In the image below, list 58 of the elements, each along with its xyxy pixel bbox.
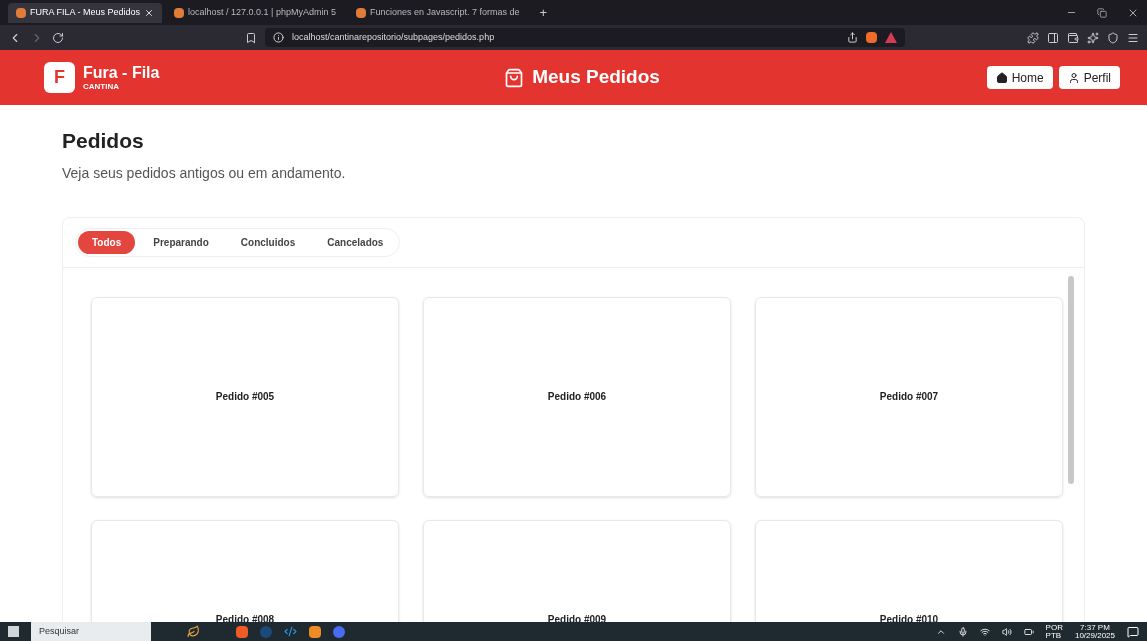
volume-icon[interactable] [1001,626,1012,637]
section-heading: Pedidos [62,128,145,154]
page-title: Meus Pedidos [532,65,660,90]
order-card[interactable]: Pedido #007 [755,296,1063,497]
filter-tab[interactable]: Preparando [139,230,223,254]
clock-date[interactable]: 10/29/2025 [1074,631,1115,640]
address-bar[interactable]: localhost/cantinarepositorio/subpages/pedidos.php [265,28,905,47]
reload-icon[interactable] [52,31,64,44]
bookmark-icon[interactable] [245,31,257,44]
sidebar-icon[interactable] [1047,31,1059,44]
clock-time[interactable]: 7:37 PM [1080,623,1110,632]
code-editor-icon[interactable] [284,625,297,638]
nav-button[interactable]: Home [986,66,1053,89]
search-field[interactable]: Pesquisar [31,622,151,641]
tab-favicon-icon [174,7,185,18]
brand-subtitle: CANTINA [83,82,120,91]
sparkle-icon[interactable] [1087,31,1099,44]
extensions-icon[interactable] [1027,31,1039,44]
filter-tab[interactable]: Concluidos [226,230,310,254]
order-number: Pedido #007 [879,390,939,404]
nav-button[interactable]: Perfil [1058,66,1120,89]
order-card[interactable]: Pedido #006 [423,296,731,497]
filter-tab[interactable]: Todos [78,230,136,254]
share-icon[interactable] [847,32,858,43]
battery-icon[interactable] [1023,626,1034,637]
tab-favicon-icon [356,7,366,18]
order-card[interactable]: Pedido #005 [91,296,399,497]
filter-tab[interactable]: Cancelados [313,230,398,254]
leaf-icon[interactable] [187,625,200,638]
browser-app-icon[interactable] [236,625,248,638]
app-icon[interactable] [309,625,321,638]
browser-tab[interactable]: FURA FILA - Meus Pedidos [8,2,163,23]
shield-icon[interactable] [1107,31,1119,44]
user-icon [1067,71,1080,84]
brand-name: Fura - Fila [83,64,160,81]
menu-icon[interactable] [1127,31,1139,44]
scrollbar-thumb[interactable] [1068,275,1074,484]
mic-icon[interactable] [957,626,968,637]
info-icon [273,32,284,43]
bag-icon [504,67,525,88]
order-number: Pedido #005 [215,390,275,404]
wallet-icon[interactable] [1067,31,1079,44]
new-tab-button[interactable]: + [539,2,548,23]
browser-tab[interactable]: Funciones en Javascript. 7 formas de [348,2,528,23]
notification-icon[interactable] [1127,625,1139,638]
layout-label[interactable]: PTB [1045,631,1063,640]
language-label[interactable]: POR [1045,623,1063,632]
close-icon[interactable] [144,7,155,18]
house-icon [995,71,1008,84]
order-number: Pedido #006 [547,390,607,404]
logo-icon: F [44,62,75,93]
browser-tab[interactable]: localhost / 127.0.0.1 | phpMyAdmin 5 [166,2,344,23]
tab-favicon-icon [16,7,26,18]
app-icon[interactable] [333,625,345,638]
network-icon[interactable] [979,626,990,637]
start-icon[interactable] [8,626,19,637]
restore-icon[interactable] [1097,7,1107,18]
section-description: Veja seus pedidos antigos ou em andamento. [62,163,347,183]
